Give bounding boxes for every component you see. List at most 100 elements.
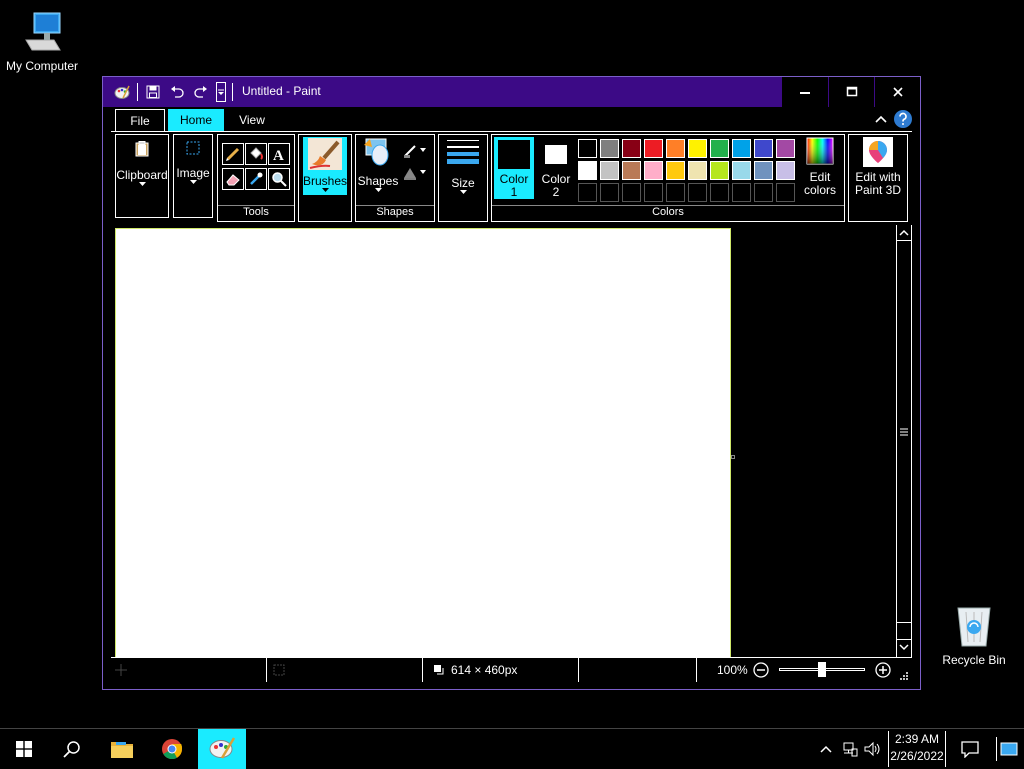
taskbar-file-explorer[interactable] <box>98 729 146 769</box>
tab-file[interactable]: File <box>115 109 165 131</box>
save-button[interactable] <box>144 83 162 101</box>
color1-number: 1 <box>510 185 518 199</box>
custom-color-slot[interactable] <box>622 183 641 202</box>
shapes-group: Shapes Shapes <box>355 134 435 222</box>
custom-color-slot[interactable] <box>754 183 773 202</box>
vertical-scrollbar[interactable] <box>896 225 912 657</box>
pencil-tool[interactable] <box>222 143 244 165</box>
edit-colors-button[interactable]: Edit colors <box>798 137 842 199</box>
taskbar-chrome[interactable] <box>148 729 196 769</box>
paint3d-icon <box>863 137 893 167</box>
custom-color-slot[interactable] <box>776 183 795 202</box>
search-button[interactable] <box>48 729 96 769</box>
title-bar[interactable]: Untitled - Paint <box>103 77 920 107</box>
desktop-icon-my-computer[interactable]: My Computer <box>0 10 84 73</box>
palette-swatch[interactable] <box>578 161 597 180</box>
window-title: Untitled - Paint <box>242 84 321 98</box>
start-button[interactable] <box>0 729 48 769</box>
zoom-out-button[interactable] <box>753 662 769 678</box>
tools-group: A Tools <box>217 134 295 222</box>
eraser-tool[interactable] <box>222 168 244 190</box>
drawing-canvas[interactable] <box>115 228 731 658</box>
svg-text:A: A <box>273 148 284 162</box>
palette-swatch[interactable] <box>622 139 641 158</box>
outline-button[interactable] <box>402 141 430 161</box>
palette-swatch[interactable] <box>578 139 597 158</box>
color2-button[interactable]: Color 2 <box>536 137 576 199</box>
quick-access-toolbar <box>113 81 233 103</box>
palette-swatch[interactable] <box>754 161 773 180</box>
custom-color-slot[interactable] <box>600 183 619 202</box>
zoom-slider-thumb[interactable] <box>818 662 826 677</box>
custom-color-slot[interactable] <box>732 183 751 202</box>
palette-swatch[interactable] <box>776 139 795 158</box>
desktop-icon-recycle-bin[interactable]: Recycle Bin <box>932 602 1016 667</box>
minimize-button[interactable] <box>782 77 828 107</box>
custom-color-slot[interactable] <box>688 183 707 202</box>
palette-swatch[interactable] <box>666 161 685 180</box>
image-button[interactable]: Image <box>173 134 213 218</box>
text-tool[interactable]: A <box>268 143 290 165</box>
zoom-in-button[interactable] <box>875 662 891 678</box>
palette-swatch[interactable] <box>622 161 641 180</box>
custom-color-slot[interactable] <box>710 183 729 202</box>
maximize-button[interactable] <box>828 77 874 107</box>
fill-button[interactable] <box>402 163 430 183</box>
palette-swatch[interactable] <box>754 139 773 158</box>
custom-color-slot[interactable] <box>644 183 663 202</box>
volume-button[interactable] <box>862 737 884 761</box>
resize-grip[interactable] <box>899 670 909 680</box>
palette-swatch[interactable] <box>600 161 619 180</box>
scroll-up-button[interactable] <box>897 225 911 241</box>
scroll-thumb[interactable] <box>897 241 911 623</box>
palette-swatch[interactable] <box>710 161 729 180</box>
shapes-button-label: Shapes <box>357 174 399 188</box>
redo-button[interactable] <box>192 83 210 101</box>
clipboard-label: Clipboard <box>116 168 168 182</box>
zoom-slider[interactable] <box>779 662 865 678</box>
palette-swatch[interactable] <box>688 139 707 158</box>
clock[interactable]: 2:39 AM 2/26/2022 <box>888 731 946 767</box>
customize-qat-button[interactable] <box>216 82 226 102</box>
network-button[interactable] <box>840 737 860 761</box>
clipboard-button[interactable]: Clipboard <box>115 134 169 218</box>
tab-home[interactable]: Home <box>168 109 224 131</box>
custom-color-slot[interactable] <box>578 183 597 202</box>
line-size-icon <box>447 140 479 164</box>
action-center-button[interactable] <box>958 737 982 761</box>
color1-button[interactable]: Color 1 <box>494 137 534 199</box>
color-picker-tool[interactable] <box>245 168 267 190</box>
recycle-bin-icon <box>957 607 991 647</box>
help-button[interactable] <box>894 110 912 128</box>
palette-swatch[interactable] <box>688 161 707 180</box>
palette-swatch[interactable] <box>776 161 795 180</box>
palette-swatch[interactable] <box>600 139 619 158</box>
tab-view[interactable]: View <box>227 109 277 131</box>
windows-logo-icon <box>16 741 32 757</box>
edit-with-paint3d-button[interactable]: Edit with Paint 3D <box>851 137 905 199</box>
close-button[interactable] <box>874 77 920 107</box>
show-hidden-icons-button[interactable] <box>816 737 836 761</box>
brushes-button[interactable]: Brushes <box>303 137 347 195</box>
palette-swatch[interactable] <box>732 161 751 180</box>
minimize-ribbon-button[interactable] <box>873 110 889 128</box>
custom-color-slot[interactable] <box>666 183 685 202</box>
canvas-workspace[interactable] <box>111 225 896 658</box>
canvas-resize-handle[interactable] <box>731 455 735 459</box>
shapes-group-label: Shapes <box>356 205 434 221</box>
zoom-in-icon <box>875 662 891 678</box>
palette-swatch[interactable] <box>710 139 729 158</box>
magnifier-tool[interactable] <box>268 168 290 190</box>
scroll-down-button[interactable] <box>897 639 911 655</box>
palette-swatch[interactable] <box>732 139 751 158</box>
fill-tool[interactable] <box>245 143 267 165</box>
shapes-button[interactable]: Shapes <box>358 137 398 197</box>
taskbar-paint[interactable] <box>198 729 246 769</box>
paint-app-icon[interactable] <box>113 83 131 101</box>
palette-swatch[interactable] <box>644 161 663 180</box>
palette-swatch[interactable] <box>666 139 685 158</box>
size-button[interactable]: Size <box>441 137 485 199</box>
palette-swatch[interactable] <box>644 139 663 158</box>
show-desktop-button[interactable] <box>996 737 1020 761</box>
undo-button[interactable] <box>168 83 186 101</box>
